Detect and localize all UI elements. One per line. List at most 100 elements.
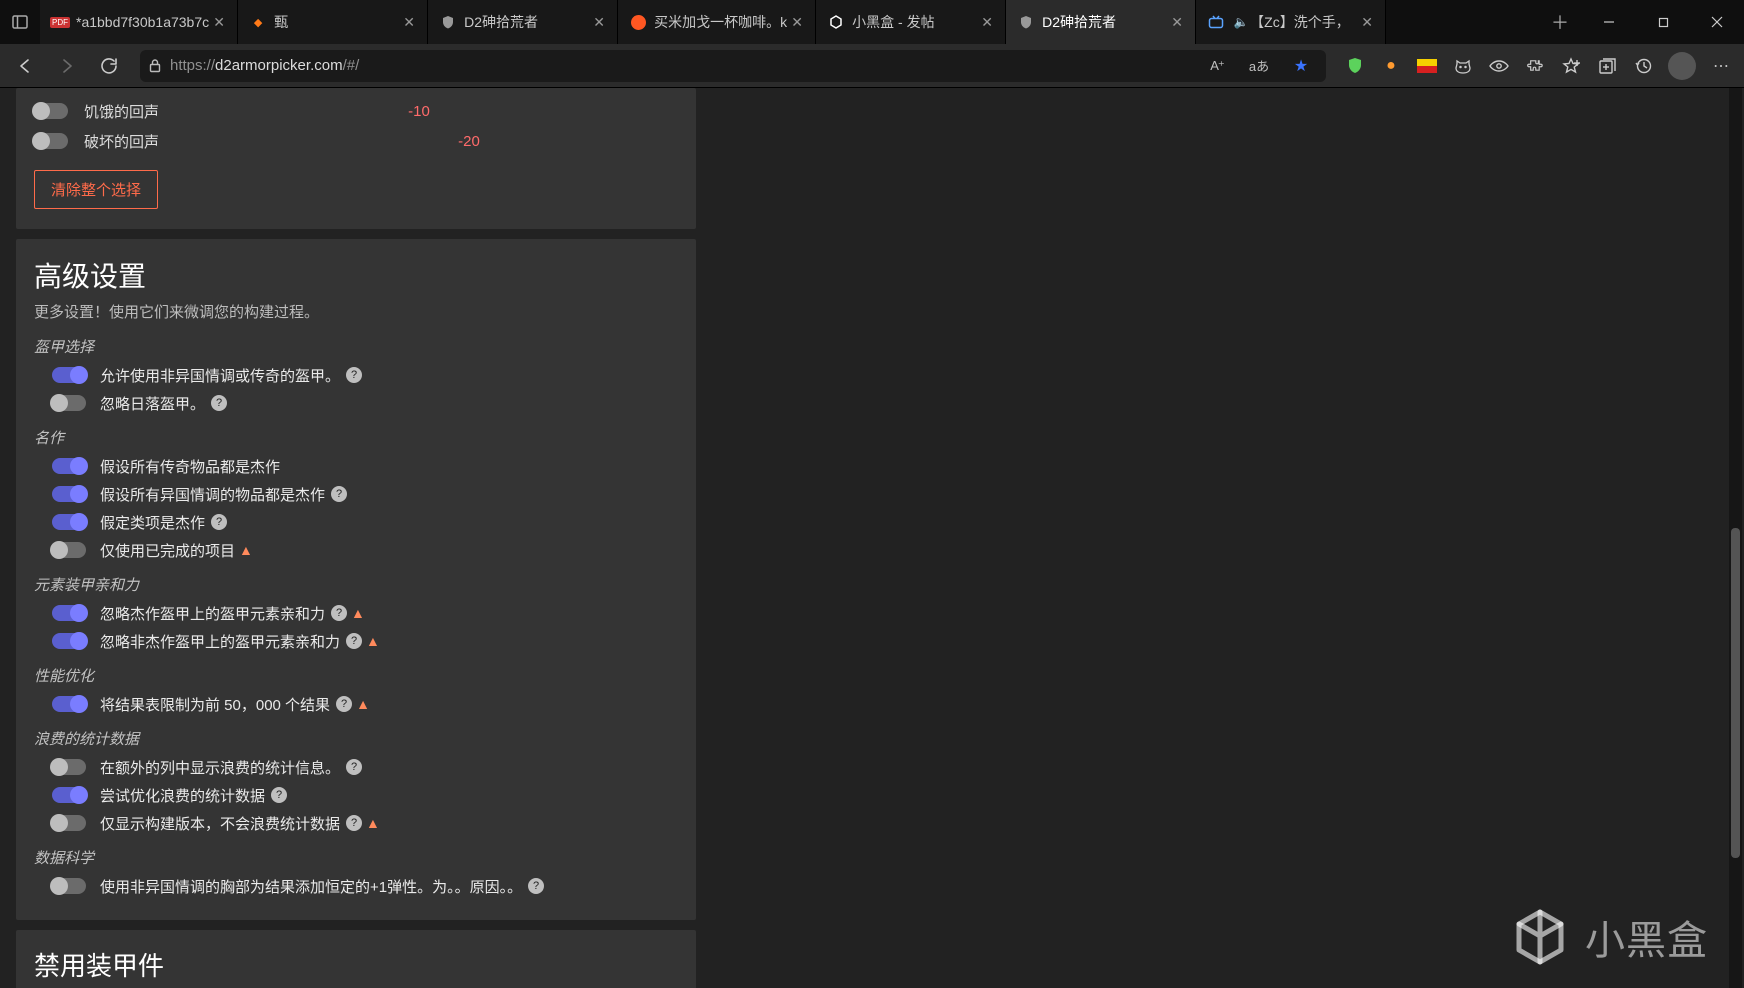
browser-toolbar: https://d2armorpicker.com/#/ A⁺ aあ ★ ● ⋯ — [0, 44, 1744, 88]
help-icon[interactable]: ? — [211, 395, 227, 411]
setting-label: 尝试优化浪费的统计数据 — [100, 785, 265, 806]
echo-row: 饥饿的回声-10 — [34, 96, 678, 126]
help-icon[interactable]: ? — [271, 787, 287, 803]
help-icon[interactable]: ? — [346, 759, 362, 775]
window-titlebar: PDF*a1bbd7f30b1a73b7c✕◆甄✕D2砷拾荒者✕买米加戈一杯咖啡… — [0, 0, 1744, 44]
nav-refresh-button[interactable] — [90, 49, 128, 83]
setting-toggle[interactable] — [52, 696, 86, 712]
tab-mute-icon[interactable]: 🔈 — [1232, 15, 1250, 29]
setting-toggle[interactable] — [52, 878, 86, 894]
setting-label: 在额外的列中显示浪费的统计信息。 — [100, 757, 340, 778]
setting-toggle[interactable] — [52, 759, 86, 775]
collections-icon[interactable] — [1590, 49, 1624, 83]
tab-favicon — [1208, 14, 1224, 30]
setting-label: 允许使用非异国情调或传奇的盔甲。 — [100, 365, 340, 386]
advanced-settings-panel: 高级设置 更多设置！使用它们来微调您的构建过程。 盔甲选择允许使用非异国情调或传… — [16, 239, 696, 920]
echo-panel: 饥饿的回声-10破坏的回声-20 清除整个选择 — [16, 88, 696, 229]
ext-puzzle-icon[interactable] — [1518, 49, 1552, 83]
tab-favicon — [828, 14, 844, 30]
ext-orange-icon[interactable]: ● — [1374, 49, 1408, 83]
tab-close-icon[interactable]: ✕ — [977, 12, 997, 32]
setting-toggle[interactable] — [52, 815, 86, 831]
setting-row: 允许使用非异国情调或传奇的盔甲。? — [34, 361, 678, 389]
help-icon[interactable]: ? — [331, 486, 347, 502]
setting-toggle[interactable] — [52, 458, 86, 474]
setting-toggle[interactable] — [52, 367, 86, 383]
setting-toggle[interactable] — [52, 395, 86, 411]
browser-tab[interactable]: 小黑盒 - 发帖✕ — [816, 0, 1006, 44]
tab-overview-icon[interactable] — [0, 15, 40, 29]
scrollbar-thumb[interactable] — [1731, 528, 1740, 858]
help-icon[interactable]: ? — [346, 367, 362, 383]
setting-toggle[interactable] — [52, 633, 86, 649]
echo-toggle[interactable] — [34, 103, 68, 119]
ext-cat-icon[interactable] — [1446, 49, 1480, 83]
setting-row: 尝试优化浪费的统计数据? — [34, 781, 678, 809]
warning-icon: ▲ — [366, 815, 380, 831]
group-heading: 性能优化 — [34, 665, 678, 686]
help-icon[interactable]: ? — [211, 514, 227, 530]
warning-icon: ▲ — [351, 605, 365, 621]
warning-icon: ▲ — [356, 696, 370, 712]
browser-tab[interactable]: PDF *a1bbd7f30b1a73b7c✕ — [40, 0, 238, 44]
setting-label: 仅显示构建版本，不会浪费统计数据 — [100, 813, 340, 834]
tab-close-icon[interactable]: ✕ — [589, 12, 609, 32]
tab-favicon: PDF — [52, 14, 68, 30]
setting-toggle[interactable] — [52, 605, 86, 621]
window-close[interactable] — [1690, 0, 1744, 44]
browser-tab[interactable]: ◆甄✕ — [238, 0, 428, 44]
tabs-strip: PDF*a1bbd7f30b1a73b7c✕◆甄✕D2砷拾荒者✕买米加戈一杯咖啡… — [40, 0, 1538, 44]
window-minimize[interactable] — [1582, 0, 1636, 44]
bookmark-star-icon[interactable]: ★ — [1284, 49, 1318, 83]
echo-toggle[interactable] — [34, 133, 68, 149]
tab-close-icon[interactable]: ✕ — [209, 12, 229, 32]
read-aloud-icon[interactable]: A⁺ — [1200, 49, 1234, 83]
tab-close-icon[interactable]: ✕ — [1167, 12, 1187, 32]
help-icon[interactable]: ? — [528, 878, 544, 894]
browser-tab[interactable]: D2砷拾荒者✕ — [1006, 0, 1196, 44]
group-heading: 名作 — [34, 427, 678, 448]
ext-flag-icon[interactable] — [1410, 49, 1444, 83]
setting-toggle[interactable] — [52, 514, 86, 530]
setting-row: 使用非异国情调的胸部为结果添加恒定的+1弹性。为。。原因。。? — [34, 872, 678, 900]
ext-shield-icon[interactable] — [1338, 49, 1372, 83]
page-scrollbar[interactable] — [1729, 88, 1742, 988]
history-icon[interactable] — [1626, 49, 1660, 83]
setting-row: 忽略非杰作盔甲上的盔甲元素亲和力?▲ — [34, 627, 678, 655]
watermark: 小黑盒 — [1509, 906, 1708, 968]
watermark-logo-icon — [1509, 906, 1571, 968]
favorites-icon[interactable] — [1554, 49, 1588, 83]
tab-favicon — [440, 14, 456, 30]
setting-row: 假设所有传奇物品都是杰作 — [34, 452, 678, 480]
help-icon[interactable]: ? — [346, 815, 362, 831]
setting-row: 假定类项是杰作? — [34, 508, 678, 536]
nav-forward-button[interactable] — [48, 49, 86, 83]
setting-toggle[interactable] — [52, 787, 86, 803]
window-maximize[interactable] — [1636, 0, 1690, 44]
help-icon[interactable]: ? — [331, 605, 347, 621]
nav-back-button[interactable] — [6, 49, 44, 83]
tab-title: *a1bbd7f30b1a73b7c — [76, 14, 209, 30]
browser-tab[interactable]: D2砷拾荒者✕ — [428, 0, 618, 44]
ext-eye-icon[interactable] — [1482, 49, 1516, 83]
warning-icon: ▲ — [366, 633, 380, 649]
more-menu-icon[interactable]: ⋯ — [1704, 49, 1738, 83]
extension-icons: ● ⋯ — [1338, 49, 1738, 83]
browser-tab[interactable]: 🔈【Zc】洗个手，✕ — [1196, 0, 1386, 44]
help-icon[interactable]: ? — [336, 696, 352, 712]
address-bar[interactable]: https://d2armorpicker.com/#/ A⁺ aあ ★ — [140, 50, 1326, 82]
lock-icon — [148, 58, 162, 73]
profile-avatar[interactable] — [1668, 52, 1696, 80]
echo-row: 破坏的回声-20 — [34, 126, 678, 156]
help-icon[interactable]: ? — [346, 633, 362, 649]
setting-row: 忽略日落盔甲。? — [34, 389, 678, 417]
clear-selection-button[interactable]: 清除整个选择 — [34, 170, 158, 209]
setting-toggle[interactable] — [52, 542, 86, 558]
new-tab-button[interactable]: ＋ — [1538, 9, 1582, 35]
tab-close-icon[interactable]: ✕ — [1357, 12, 1377, 32]
setting-toggle[interactable] — [52, 486, 86, 502]
browser-tab[interactable]: 买米加戈一杯咖啡。k✕ — [618, 0, 816, 44]
translate-icon[interactable]: aあ — [1242, 49, 1276, 83]
tab-close-icon[interactable]: ✕ — [787, 12, 807, 32]
tab-close-icon[interactable]: ✕ — [399, 12, 419, 32]
